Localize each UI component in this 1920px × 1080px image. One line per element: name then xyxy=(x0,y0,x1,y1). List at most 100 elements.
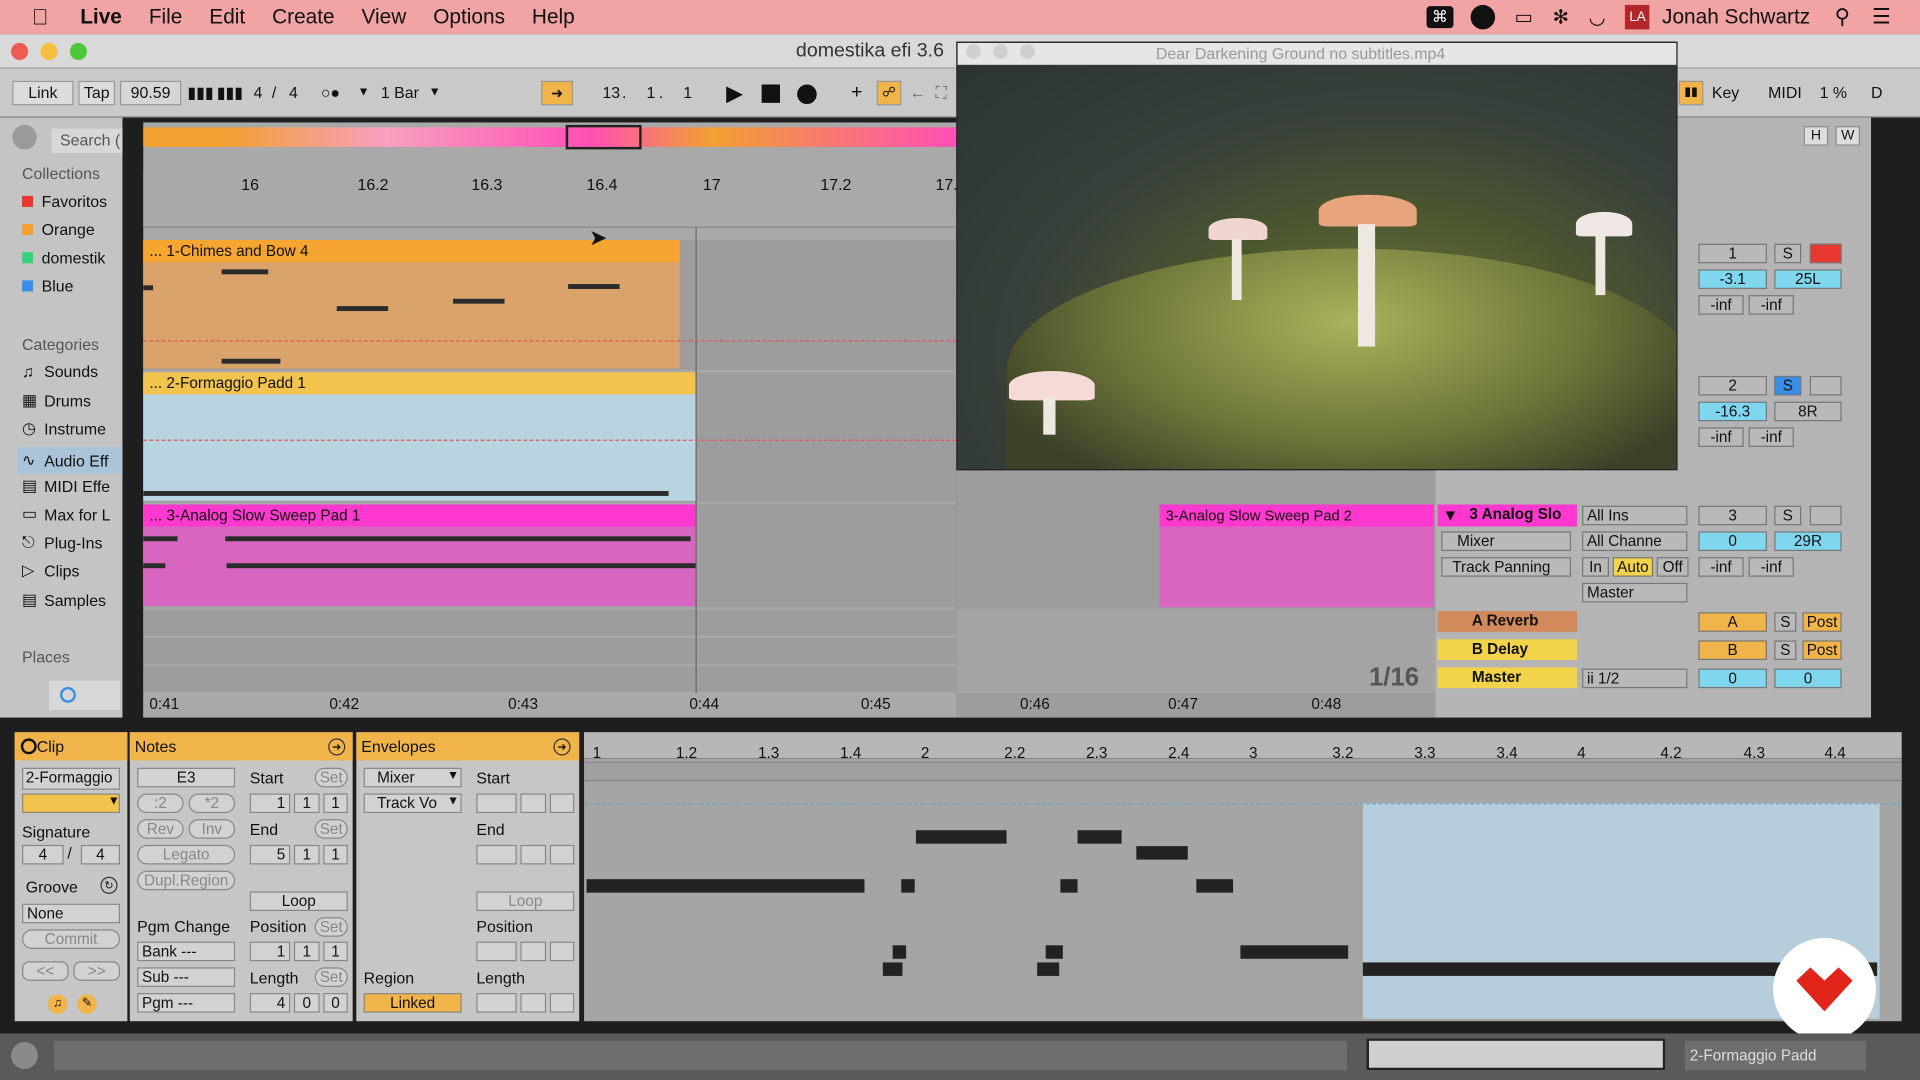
collection-orange[interactable]: Orange xyxy=(22,220,95,239)
clip-view-toggle-icon[interactable]: ♫ xyxy=(47,994,68,1014)
envelope-loop-button[interactable]: Loop xyxy=(476,891,575,912)
browser-toggle-icon[interactable] xyxy=(12,124,37,150)
stop-icon[interactable] xyxy=(761,84,781,103)
grid-quantize-label[interactable]: 1/16 xyxy=(1369,664,1419,693)
legato-button[interactable]: Legato xyxy=(137,844,236,865)
track-3-output[interactable]: Master xyxy=(1582,582,1688,603)
bluetooth-icon[interactable]: ✻ xyxy=(1553,5,1569,29)
control-center-icon[interactable]: ☰ xyxy=(1872,5,1891,29)
quantize-dropdown-icon[interactable]: ▼ xyxy=(429,81,441,105)
midi-note[interactable] xyxy=(1136,846,1188,860)
wifi-icon[interactable]: ◡ xyxy=(1589,5,1606,29)
record-icon[interactable] xyxy=(797,84,817,105)
command-icon[interactable]: ⌘ xyxy=(1426,6,1454,29)
track-1-solo[interactable]: S xyxy=(1774,243,1802,264)
search-input[interactable]: Search ( xyxy=(51,128,123,154)
collection-blue[interactable]: Blue xyxy=(22,277,74,295)
track-3-monitor-auto[interactable]: Auto xyxy=(1612,557,1654,577)
menu-help[interactable]: Help xyxy=(532,5,575,29)
video-close-icon[interactable] xyxy=(966,44,981,59)
end-beat-field[interactable]: 1 xyxy=(293,844,320,865)
envelope-end-field[interactable] xyxy=(476,844,517,865)
zoom-window-icon[interactable] xyxy=(69,42,87,61)
close-window-icon[interactable] xyxy=(11,42,29,61)
master-volume[interactable]: 0 xyxy=(1698,668,1767,689)
metronome-dropdown-icon[interactable]: ▼ xyxy=(358,81,370,105)
nudge-down-icon[interactable]: ▮▮▮ xyxy=(187,81,213,105)
capture-icon[interactable]: ⛶ xyxy=(936,81,947,105)
track-1-arm[interactable] xyxy=(1809,243,1842,264)
position-beat[interactable]: 1 xyxy=(647,81,656,105)
start-beat-field[interactable]: 1 xyxy=(293,793,320,814)
video-zoom-icon[interactable] xyxy=(1020,44,1035,59)
clip-name-field[interactable]: 2-Formaggio xyxy=(22,767,121,790)
master-cue-select[interactable]: ii 1/2 xyxy=(1582,668,1688,689)
follow-button[interactable]: ➜ xyxy=(541,80,574,106)
track-1-number[interactable]: 1 xyxy=(1698,243,1767,264)
track-2-solo[interactable]: S xyxy=(1774,375,1802,396)
return-b-solo[interactable]: S xyxy=(1774,640,1797,661)
minimize-window-icon[interactable] xyxy=(40,42,58,61)
spotlight-search-icon[interactable]: ⚲ xyxy=(1835,5,1850,29)
midi-note[interactable] xyxy=(1077,830,1122,844)
midi-note[interactable] xyxy=(882,962,903,976)
category-plug-ins[interactable]: ⎋ Plug-Ins xyxy=(22,533,102,553)
commit-groove-button[interactable]: Commit xyxy=(22,929,121,949)
track-3-pan[interactable]: 29R xyxy=(1774,531,1842,552)
category-clips[interactable]: ▷ Clips xyxy=(22,561,79,581)
track-2-arm[interactable] xyxy=(1809,375,1842,396)
duplicate-region-button[interactable]: Dupl.Region xyxy=(137,870,236,891)
next-clip-button[interactable]: >> xyxy=(73,961,121,981)
position-sixteenth[interactable]: 1 xyxy=(683,81,692,105)
track-3-param-select[interactable]: Track Panning xyxy=(1441,557,1572,577)
envelope-end-field[interactable] xyxy=(549,844,575,865)
track-1-volume[interactable]: -3.1 xyxy=(1698,269,1767,289)
midi-note[interactable] xyxy=(586,879,865,893)
envelope-position-field[interactable] xyxy=(476,941,517,962)
end-set-button[interactable]: Set xyxy=(314,819,348,839)
notes-expand-icon[interactable]: ➜ xyxy=(328,738,346,756)
video-window[interactable]: Dear Darkening Ground no subtitles.mp4 xyxy=(956,41,1678,471)
double-length-button[interactable]: *2 xyxy=(188,793,236,814)
midi-note[interactable] xyxy=(915,830,1007,844)
clip-activator-icon[interactable] xyxy=(20,738,37,755)
return-a-solo[interactable]: S xyxy=(1774,612,1797,632)
category-samples[interactable]: ▤ Samples xyxy=(22,590,106,610)
track-2-pan[interactable]: 8R xyxy=(1774,401,1842,422)
return-b-letter[interactable]: B xyxy=(1698,640,1767,661)
collection-favoritos[interactable]: Favoritos xyxy=(22,192,107,211)
tap-tempo-button[interactable]: Tap xyxy=(78,80,116,106)
track-2-volume[interactable]: -16.3 xyxy=(1698,401,1767,422)
menu-view[interactable]: View xyxy=(362,5,407,29)
menu-edit[interactable]: Edit xyxy=(209,5,245,29)
back-to-arrangement-icon[interactable]: ← xyxy=(910,81,926,105)
track-3-monitor-in[interactable]: In xyxy=(1582,557,1609,577)
track-3-channel[interactable]: All Channe xyxy=(1582,531,1688,552)
overdub-icon[interactable]: + xyxy=(851,81,862,105)
master-pan[interactable]: 0 xyxy=(1774,668,1842,689)
collection-domestika[interactable]: domestik xyxy=(22,249,105,267)
user-name[interactable]: Jonah Schwartz xyxy=(1662,5,1810,29)
position-set-button[interactable]: Set xyxy=(314,917,348,937)
program-field[interactable]: Pgm --- xyxy=(137,993,236,1013)
play-icon[interactable]: ▶ xyxy=(726,81,743,105)
return-lane-b[interactable] xyxy=(143,637,957,664)
return-lane-a[interactable] xyxy=(143,609,957,636)
sub-bank-field[interactable]: Sub --- xyxy=(137,967,236,987)
clip-color-dropdown-icon[interactable]: ▼ xyxy=(108,795,120,808)
midi-note-editor[interactable] xyxy=(584,732,1902,1022)
envelope-end-field[interactable] xyxy=(520,844,547,865)
envelope-start-field[interactable] xyxy=(549,793,575,814)
groove-select[interactable]: None xyxy=(22,903,121,924)
track-3-volume[interactable]: 0 xyxy=(1698,531,1767,552)
clip-edit-toggle-icon[interactable]: ✎ xyxy=(77,994,97,1014)
time-ruler[interactable] xyxy=(143,695,957,718)
menu-app-live[interactable]: Live xyxy=(80,5,122,29)
track-3-arm[interactable] xyxy=(1809,505,1842,526)
envelope-device-dropdown-icon[interactable]: ▼ xyxy=(447,769,459,782)
midi-note[interactable] xyxy=(1240,945,1349,959)
length-beat-field[interactable]: 0 xyxy=(293,993,320,1013)
envelope-length-field[interactable] xyxy=(476,993,517,1013)
h-button[interactable]: H xyxy=(1803,126,1829,146)
track-3-monitor-off[interactable]: Off xyxy=(1656,557,1689,577)
